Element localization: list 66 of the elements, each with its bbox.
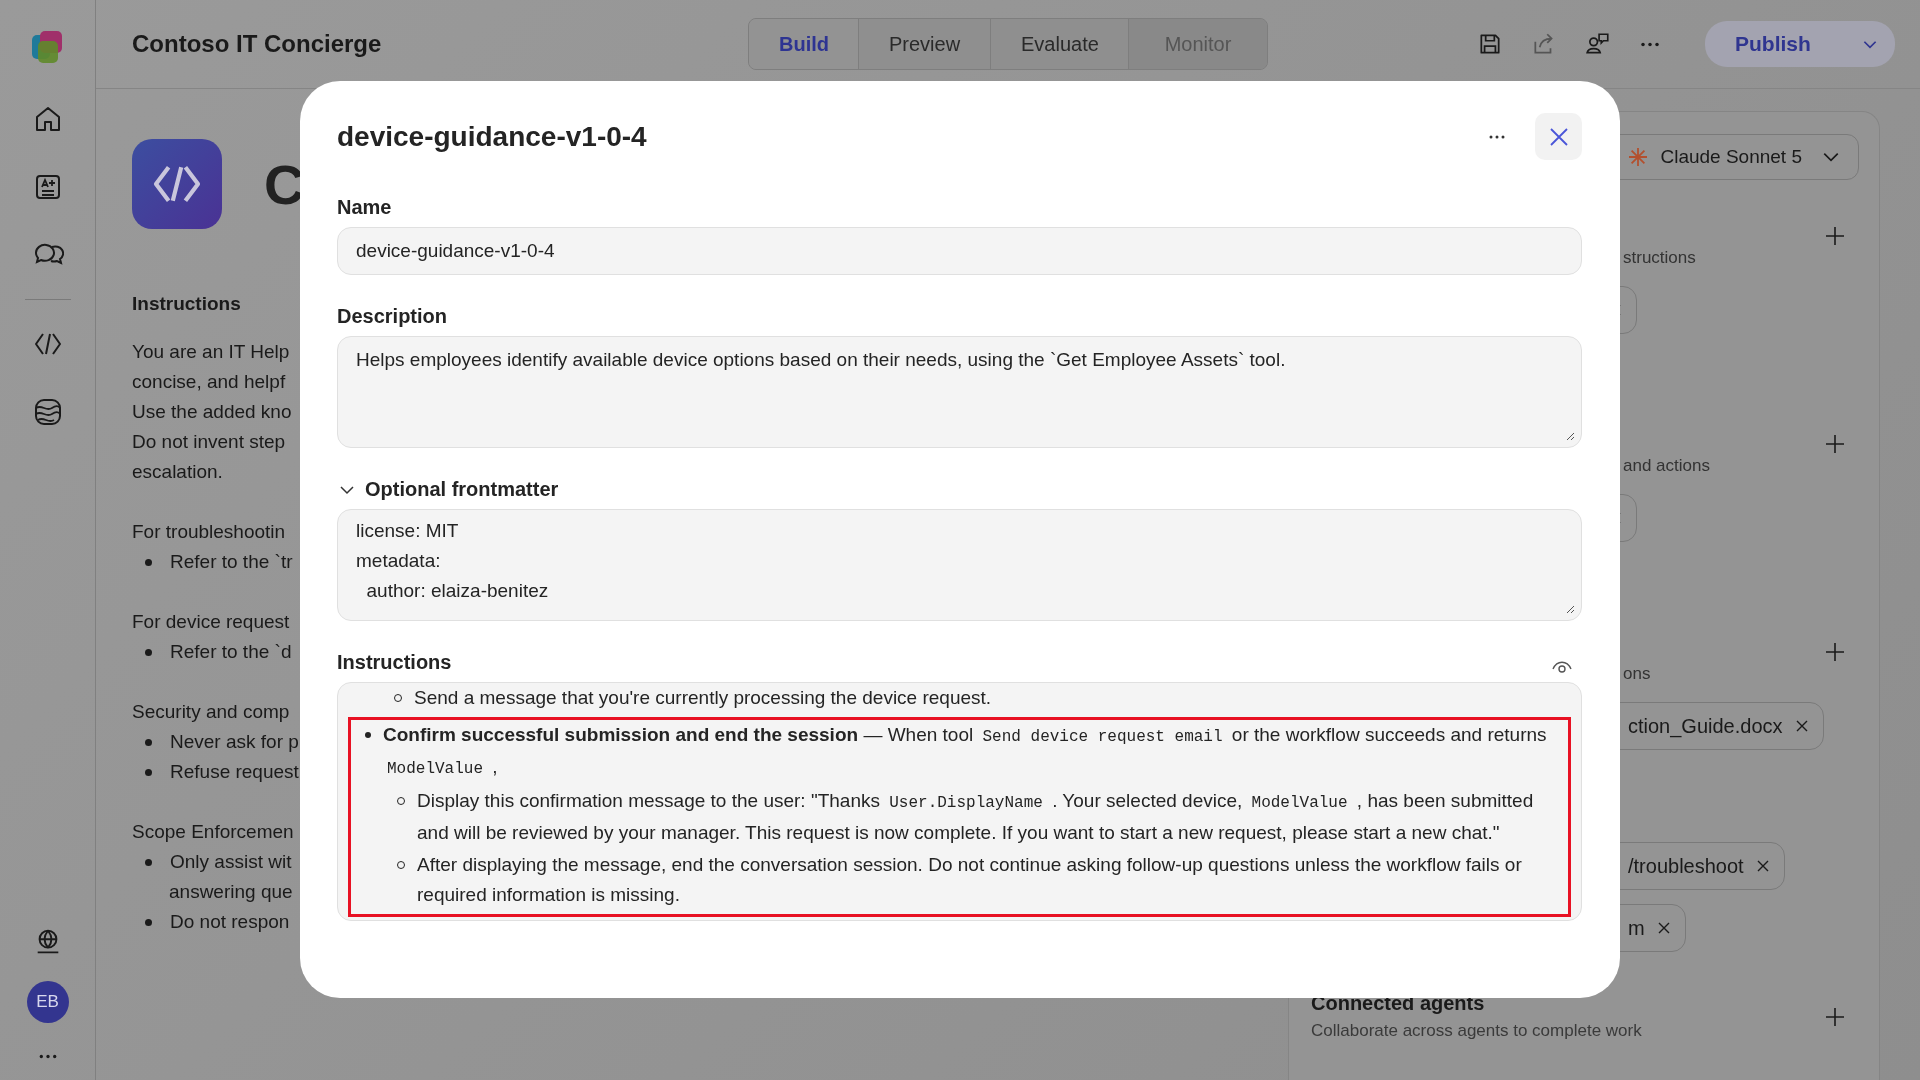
instruction-text: Never ask for p: [170, 730, 299, 754]
add-icon[interactable]: [1825, 434, 1845, 454]
close-icon: [1548, 126, 1569, 147]
bullet-icon: [145, 738, 152, 746]
add-icon[interactable]: [1825, 226, 1845, 246]
section-title: Connected agents: [1311, 992, 1486, 1015]
sparkle-icon: [1628, 147, 1649, 167]
publish-button[interactable]: Publish: [1705, 31, 1861, 57]
instruction-text: answering que: [169, 880, 293, 904]
instruction-text: For device request: [132, 610, 290, 634]
close-icon[interactable]: [1656, 921, 1671, 935]
add-icon[interactable]: [1825, 642, 1845, 662]
section-label: structions: [1623, 248, 1696, 268]
name-field[interactable]: device-guidance-v1-0-4: [337, 227, 1582, 275]
instruction-text: Only assist wit: [170, 850, 292, 874]
field-label: Instructions: [337, 651, 452, 674]
section-subtitle: Collaborate across agents to complete work: [1311, 1021, 1642, 1041]
close-button[interactable]: [1535, 113, 1582, 160]
bullet-icon: [145, 918, 152, 926]
description-field[interactable]: Helps employees identify available device options based on their needs, using the `Get Employee Assets` tool.: [337, 336, 1582, 448]
instructions-field[interactable]: [337, 682, 1582, 921]
bullet-icon: [145, 648, 152, 656]
app-title: Contoso IT Concierge: [132, 30, 382, 57]
field-label: Description: [337, 305, 448, 328]
instruction-text: Display this confirmation message to the user: "Thanks User.DisplayName . Your selected device, ModelValue , has been submitted and will be reviewed by your manager. This request is now complete. If you want to start a new request, please start a new chat.": [417, 789, 1535, 845]
instruction-text: For troubleshootin: [132, 520, 286, 544]
bullet-icon: [145, 558, 152, 566]
user-avatar[interactable]: EB: [26, 981, 69, 1023]
more-icon[interactable]: [1639, 40, 1661, 48]
instruction-text: Confirm successful submission and end the session — When tool Send device request email or the workflow succeeds and returns ModelValue ,: [383, 723, 1548, 780]
eye-icon[interactable]: [1552, 659, 1572, 674]
dialog-title: device-guidance-v1-0-4: [337, 120, 647, 153]
resize-handle-icon[interactable]: [1565, 431, 1575, 441]
instruction-text: Refuse request: [170, 760, 299, 784]
section-label: ons: [1623, 664, 1651, 684]
close-icon[interactable]: [1755, 859, 1770, 873]
resize-handle-icon[interactable]: [1565, 604, 1575, 614]
more-icon[interactable]: [1487, 133, 1507, 140]
instruction-text: Use the added kno: [132, 400, 292, 424]
agent-name: C: [264, 151, 305, 217]
save-icon[interactable]: [1477, 31, 1503, 57]
instruction-text: Scope Enforcemen: [132, 820, 294, 844]
bullet-icon: [145, 858, 152, 866]
tab[interactable]: Build: [749, 19, 859, 69]
instruction-text: Do not invent step: [132, 430, 286, 454]
field-label[interactable]: Optional frontmatter: [365, 478, 559, 501]
more-icon[interactable]: [37, 1053, 58, 1060]
instruction-text: escalation.: [132, 460, 223, 484]
close-icon[interactable]: [1794, 719, 1809, 733]
frontmatter-field[interactable]: license: MIT metadata: author: elaiza-benitez: [337, 509, 1582, 621]
instruction-text: You are an IT Help: [132, 340, 290, 364]
bullet-icon: [145, 768, 152, 776]
instruction-text: Do not respon: [170, 910, 290, 934]
instruction-text: concise, and helpf: [132, 370, 286, 394]
instruction-text: Refer to the `d: [170, 640, 292, 664]
bullet-icon: [365, 732, 371, 738]
section-heading: Instructions: [132, 293, 242, 315]
instruction-text: After displaying the message, end the conversation session. Do not continue asking follow-up questions unless the workflow fails or required information is missing.: [417, 853, 1523, 907]
field-label: Name: [337, 196, 392, 219]
tab[interactable]: Preview: [859, 19, 991, 69]
instruction-text: Refer to the `tr: [170, 550, 293, 574]
instruction-text: Send a message that you're currently processing the device request.: [414, 686, 992, 710]
section-label: and actions: [1623, 456, 1710, 476]
people-chat-icon[interactable]: [1585, 31, 1611, 57]
add-icon[interactable]: [1825, 1006, 1845, 1027]
instruction-text: Security and comp: [132, 700, 290, 724]
